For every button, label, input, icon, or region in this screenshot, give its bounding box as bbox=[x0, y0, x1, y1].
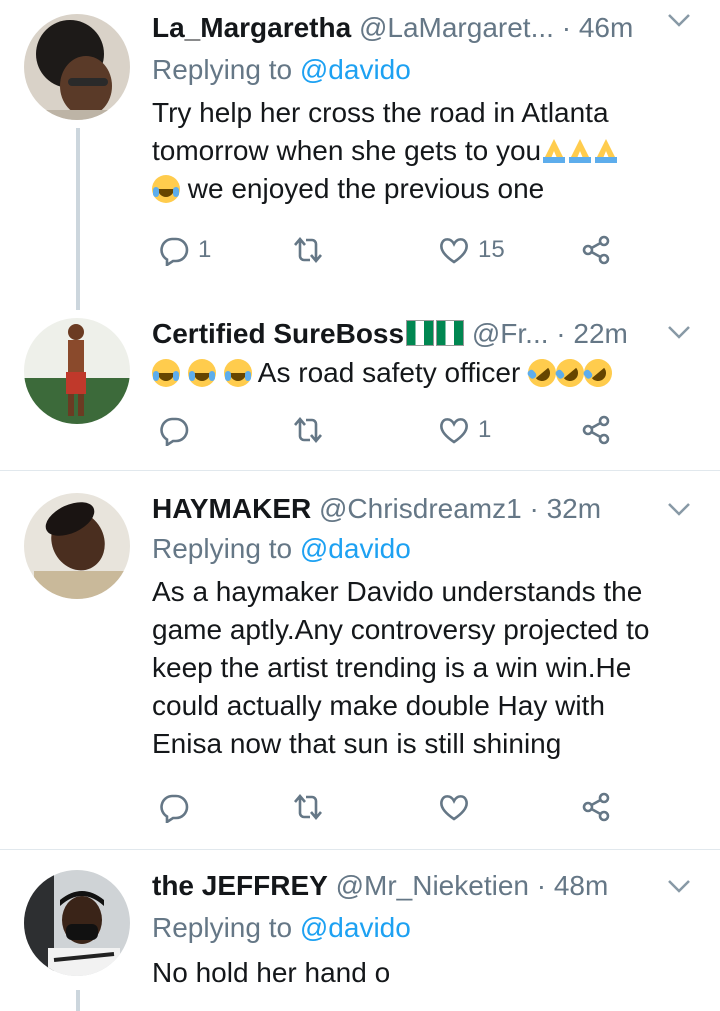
nigeria-flag-emoji bbox=[436, 320, 465, 346]
replying-label: Replying to bbox=[152, 54, 300, 85]
tweet-actions: 1 15 bbox=[152, 230, 622, 270]
share-button[interactable] bbox=[580, 230, 612, 270]
chevron-down-icon[interactable] bbox=[666, 499, 692, 519]
tweet-text-line: could actually make double Hay with bbox=[152, 690, 605, 721]
retweet-button[interactable] bbox=[292, 410, 332, 450]
tweet-header: the JEFFREY @Mr_Nieketien · 48m bbox=[152, 866, 672, 906]
tweet-header: La_Margaretha @LaMargaret... · 46m bbox=[152, 8, 672, 48]
tweet-text-line-2: tomorrow when she gets to you bbox=[152, 132, 700, 170]
replying-user-link[interactable]: @davido bbox=[300, 912, 411, 943]
rofl-emoji bbox=[578, 353, 618, 393]
handle[interactable]: @Chrisdreamz1 bbox=[319, 493, 522, 524]
share-icon bbox=[582, 792, 610, 822]
like-button[interactable]: 15 bbox=[438, 230, 505, 270]
display-name[interactable]: the JEFFREY bbox=[152, 870, 328, 901]
tweet-text: As a haymaker Davido understands the gam… bbox=[152, 573, 700, 763]
laughing-emoji bbox=[152, 175, 180, 203]
timestamp[interactable]: 22m bbox=[573, 318, 627, 349]
like-button[interactable] bbox=[438, 787, 478, 827]
share-icon bbox=[582, 235, 610, 265]
reply-count: 1 bbox=[198, 236, 212, 263]
tweet-text: No hold her hand o bbox=[152, 957, 391, 988]
reply-button[interactable] bbox=[158, 787, 198, 827]
replying-to: Replying to @davido bbox=[152, 529, 411, 569]
folded-hands-emoji bbox=[569, 139, 592, 163]
tweet-the-jeffrey[interactable]: the JEFFREY @Mr_Nieketien · 48m Replying… bbox=[0, 850, 720, 1011]
avatar[interactable] bbox=[24, 870, 130, 976]
display-name[interactable]: Certified SureBoss bbox=[152, 318, 465, 349]
share-icon bbox=[582, 415, 610, 445]
retweet-icon bbox=[294, 793, 322, 821]
like-button[interactable]: 1 bbox=[438, 410, 491, 450]
tweet-header: Certified SureBoss @Fr... · 22m bbox=[152, 314, 672, 354]
tweet-actions: 1 bbox=[152, 410, 622, 450]
display-name[interactable]: HAYMAKER bbox=[152, 493, 311, 524]
tweet-text-line: As a haymaker Davido understands the bbox=[152, 576, 643, 607]
separator: · bbox=[521, 493, 547, 524]
tweet-text-segment: we enjoyed the previous one bbox=[187, 173, 545, 204]
tweet-certified-sureboss[interactable]: Certified SureBoss @Fr... · 22m As road … bbox=[0, 310, 720, 470]
replying-user-link[interactable]: @davido bbox=[300, 533, 411, 564]
timestamp[interactable]: 32m bbox=[547, 493, 601, 524]
tweet-text: As road safety officer bbox=[152, 353, 700, 393]
folded-hands-emoji bbox=[543, 139, 566, 163]
retweet-icon bbox=[294, 236, 322, 264]
tweet-text-line: game aptly.Any controversy projected to bbox=[152, 614, 650, 645]
separator: · bbox=[553, 12, 579, 43]
like-count: 1 bbox=[478, 416, 492, 443]
like-count: 15 bbox=[478, 236, 505, 263]
timestamp[interactable]: 48m bbox=[554, 870, 608, 901]
tweet-text-line: Enisa now that sun is still shining bbox=[152, 728, 562, 759]
tweet-text: Try help her cross the road in Atlanta t… bbox=[152, 94, 700, 208]
tweet-text-line-3: we enjoyed the previous one bbox=[152, 170, 700, 208]
chevron-down-icon[interactable] bbox=[666, 322, 692, 342]
separator: · bbox=[528, 870, 554, 901]
like-icon bbox=[440, 795, 468, 821]
replying-label: Replying to bbox=[152, 533, 300, 564]
timestamp[interactable]: 46m bbox=[579, 12, 633, 43]
tweet-header: HAYMAKER @Chrisdreamz1 · 32m bbox=[152, 489, 672, 529]
tweet-actions bbox=[152, 787, 622, 827]
reply-icon bbox=[160, 417, 189, 446]
laughing-emoji bbox=[223, 359, 252, 387]
tweet-text-segment: tomorrow when she gets to you bbox=[152, 135, 542, 166]
avatar[interactable] bbox=[24, 318, 130, 424]
retweet-icon bbox=[294, 416, 322, 444]
replying-label: Replying to bbox=[152, 912, 300, 943]
like-icon bbox=[440, 238, 468, 264]
tweet-text-line: keep the artist trending is a win win.He bbox=[152, 652, 632, 683]
reply-button[interactable] bbox=[158, 410, 198, 450]
replying-to: Replying to @davido bbox=[152, 908, 411, 948]
chevron-down-icon[interactable] bbox=[666, 876, 692, 896]
folded-hands-emoji bbox=[595, 139, 618, 163]
thread-line bbox=[76, 990, 80, 1011]
retweet-button[interactable] bbox=[292, 230, 332, 270]
share-button[interactable] bbox=[580, 787, 612, 827]
handle[interactable]: @Mr_Nieketien bbox=[336, 870, 529, 901]
chevron-down-icon[interactable] bbox=[666, 10, 692, 30]
replying-user-link[interactable]: @davido bbox=[300, 54, 411, 85]
laughing-emoji bbox=[152, 359, 180, 387]
share-button[interactable] bbox=[580, 410, 612, 450]
like-icon bbox=[440, 418, 468, 444]
retweet-button[interactable] bbox=[292, 787, 332, 827]
laughing-emoji bbox=[187, 359, 216, 387]
display-name-text: Certified SureBoss bbox=[152, 318, 405, 349]
thread-line bbox=[76, 128, 80, 310]
tweet-text-line: Try help her cross the road in Atlanta bbox=[152, 97, 609, 128]
reply-icon bbox=[160, 794, 189, 823]
display-name[interactable]: La_Margaretha bbox=[152, 12, 351, 43]
tweet-la-margaretha[interactable]: La_Margaretha @LaMargaret... · 46m Reply… bbox=[0, 0, 720, 310]
reply-icon bbox=[160, 237, 189, 266]
reply-button[interactable]: 1 bbox=[158, 230, 211, 270]
nigeria-flag-emoji bbox=[406, 320, 435, 346]
separator: · bbox=[548, 318, 574, 349]
tweet-text-segment: As road safety officer bbox=[257, 357, 521, 388]
avatar[interactable] bbox=[24, 14, 130, 120]
replying-to: Replying to @davido bbox=[152, 50, 411, 90]
avatar[interactable] bbox=[24, 493, 130, 599]
handle[interactable]: @LaMargaret... bbox=[359, 12, 554, 43]
tweet-haymaker[interactable]: HAYMAKER @Chrisdreamz1 · 32m Replying to… bbox=[0, 471, 720, 849]
handle[interactable]: @Fr... bbox=[472, 318, 549, 349]
